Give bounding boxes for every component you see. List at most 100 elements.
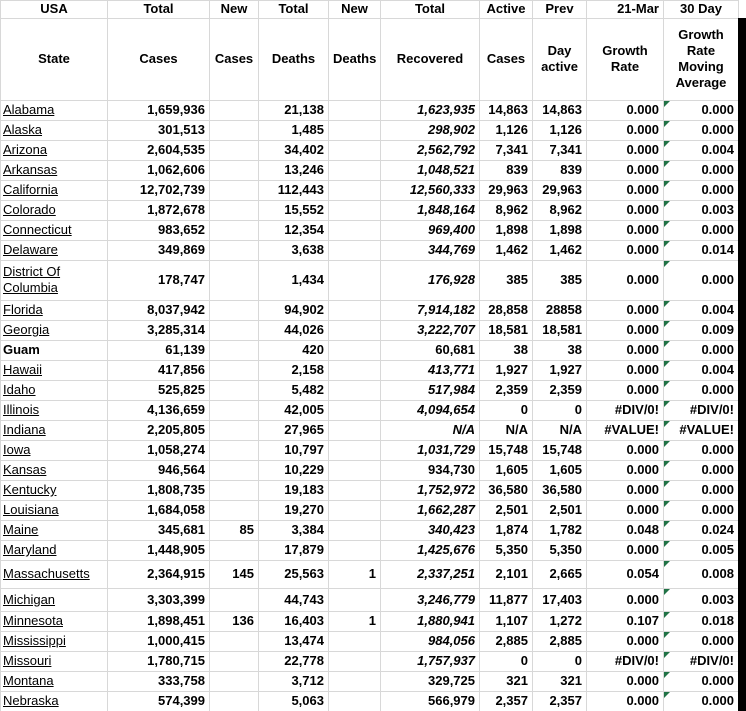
cell-prev_day_active[interactable]: 2,359 [532,380,587,401]
cell-growth_rate[interactable]: 0.000 [586,140,664,161]
cell-active_cases[interactable]: 11,877 [479,588,533,612]
cell-state[interactable]: Idaho [0,380,108,401]
cell-active_cases[interactable]: 7,341 [479,140,533,161]
state-link[interactable]: Maine [3,522,38,537]
cell-recovered[interactable]: 7,914,182 [380,300,480,321]
cell-total_cases[interactable]: 2,604,535 [107,140,210,161]
state-link[interactable]: Idaho [3,382,36,397]
cell-growth_rate_ma[interactable]: #DIV/0! [663,400,739,421]
state-link[interactable]: Alabama [3,102,54,117]
cell-total_deaths[interactable]: 13,246 [258,160,329,181]
cell-state[interactable]: Illinois [0,400,108,421]
cell-active_cases[interactable]: 1,874 [479,520,533,541]
cell-recovered[interactable]: 517,984 [380,380,480,401]
cell-new_deaths[interactable] [328,631,381,652]
cell-total_deaths[interactable]: 3,384 [258,520,329,541]
header-new_cases[interactable]: Cases [209,18,259,101]
cell-new_cases[interactable] [209,460,259,481]
cell-growth_rate_ma[interactable]: 0.000 [663,480,739,501]
cell-state[interactable]: District Of Columbia [0,260,108,301]
cell-state[interactable]: Maryland [0,540,108,561]
cell-active_cases[interactable]: 385 [479,260,533,301]
cell-growth_rate[interactable]: 0.000 [586,160,664,181]
cell-growth_rate[interactable]: 0.000 [586,360,664,381]
cell-total_cases[interactable]: 1,872,678 [107,200,210,221]
cell-prev_day_active[interactable]: 2,501 [532,500,587,521]
cell-total_deaths[interactable]: 112,443 [258,180,329,201]
cell-prev_day_active[interactable]: 38 [532,340,587,361]
cell-new_deaths[interactable] [328,540,381,561]
cell-growth_rate_ma[interactable]: 0.004 [663,360,739,381]
cell-total_deaths[interactable]: 44,026 [258,320,329,341]
cell-state[interactable]: Delaware [0,240,108,261]
state-link[interactable]: Montana [3,673,54,688]
state-link[interactable]: Iowa [3,442,30,457]
cell-growth_rate_ma[interactable]: 0.003 [663,588,739,612]
cell-recovered[interactable]: 1,031,729 [380,440,480,461]
cell-prev_day_active[interactable]: 1,605 [532,460,587,481]
cell-new_cases[interactable] [209,400,259,421]
cell-prev_day_active[interactable]: 321 [532,671,587,692]
cell-growth_rate[interactable]: 0.000 [586,200,664,221]
cell-total_cases[interactable]: 2,205,805 [107,420,210,441]
cell-prev_day_active[interactable]: 29,963 [532,180,587,201]
state-link[interactable]: Kentucky [3,482,56,497]
cell-state[interactable]: Kansas [0,460,108,481]
cell-growth_rate_ma[interactable]: 0.005 [663,540,739,561]
cell-total_deaths[interactable]: 19,183 [258,480,329,501]
cell-state[interactable]: Massachusetts [0,560,108,589]
cell-new_cases[interactable] [209,588,259,612]
cell-total_cases[interactable]: 946,564 [107,460,210,481]
cell-total_cases[interactable]: 12,702,739 [107,180,210,201]
cell-growth_rate[interactable]: #VALUE! [586,420,664,441]
cell-total_cases[interactable]: 3,285,314 [107,320,210,341]
cell-active_cases[interactable]: 38 [479,340,533,361]
cell-total_cases[interactable]: 525,825 [107,380,210,401]
cell-state[interactable]: Georgia [0,320,108,341]
cell-growth_rate[interactable]: 0.000 [586,691,664,711]
cell-prev_day_active[interactable]: 5,350 [532,540,587,561]
cell-recovered[interactable]: 1,757,937 [380,651,480,672]
cell-total_deaths[interactable]: 5,063 [258,691,329,711]
cell-growth_rate[interactable]: 0.000 [586,260,664,301]
cell-state[interactable]: Alaska [0,120,108,141]
cell-state[interactable]: Hawaii [0,360,108,381]
cell-total_cases[interactable]: 349,869 [107,240,210,261]
cell-new_cases[interactable] [209,500,259,521]
cell-growth_rate_ma[interactable]: 0.000 [663,260,739,301]
cell-active_cases[interactable]: 0 [479,651,533,672]
cell-recovered[interactable]: 3,222,707 [380,320,480,341]
cell-total_cases[interactable]: 574,399 [107,691,210,711]
cell-growth_rate_ma[interactable]: 0.000 [663,340,739,361]
cell-active_cases[interactable]: 321 [479,671,533,692]
cell-active_cases[interactable]: 36,580 [479,480,533,501]
state-link[interactable]: Michigan [3,592,55,607]
cell-state[interactable]: Michigan [0,588,108,612]
cell-recovered[interactable]: 344,769 [380,240,480,261]
cell-prev_day_active[interactable]: 14,863 [532,100,587,121]
cell-growth_rate_ma[interactable]: 0.009 [663,320,739,341]
cell-growth_rate_ma[interactable]: 0.024 [663,520,739,541]
cell-total_cases[interactable]: 417,856 [107,360,210,381]
cell-prev_day_active[interactable]: 8,962 [532,200,587,221]
cell-growth_rate[interactable]: 0.000 [586,240,664,261]
cell-total_cases[interactable]: 8,037,942 [107,300,210,321]
cell-growth_rate_ma[interactable]: 0.000 [663,500,739,521]
cell-growth_rate_ma[interactable]: #VALUE! [663,420,739,441]
state-link[interactable]: Florida [3,302,43,317]
header-growth_rate_ma-top[interactable]: 30 Day [663,0,739,19]
header-prev_day_active[interactable]: Day active [532,18,587,101]
state-link[interactable]: Maryland [3,542,56,557]
cell-new_cases[interactable]: 145 [209,560,259,589]
cell-state[interactable]: Guam [0,340,108,361]
cell-new_deaths[interactable] [328,240,381,261]
cell-growth_rate_ma[interactable]: 0.018 [663,611,739,632]
cell-total_deaths[interactable]: 16,403 [258,611,329,632]
cell-active_cases[interactable]: 839 [479,160,533,181]
cell-total_deaths[interactable]: 420 [258,340,329,361]
state-link[interactable]: Louisiana [3,502,59,517]
cell-total_deaths[interactable]: 27,965 [258,420,329,441]
cell-new_deaths[interactable] [328,420,381,441]
cell-prev_day_active[interactable]: 15,748 [532,440,587,461]
cell-growth_rate_ma[interactable]: 0.000 [663,460,739,481]
